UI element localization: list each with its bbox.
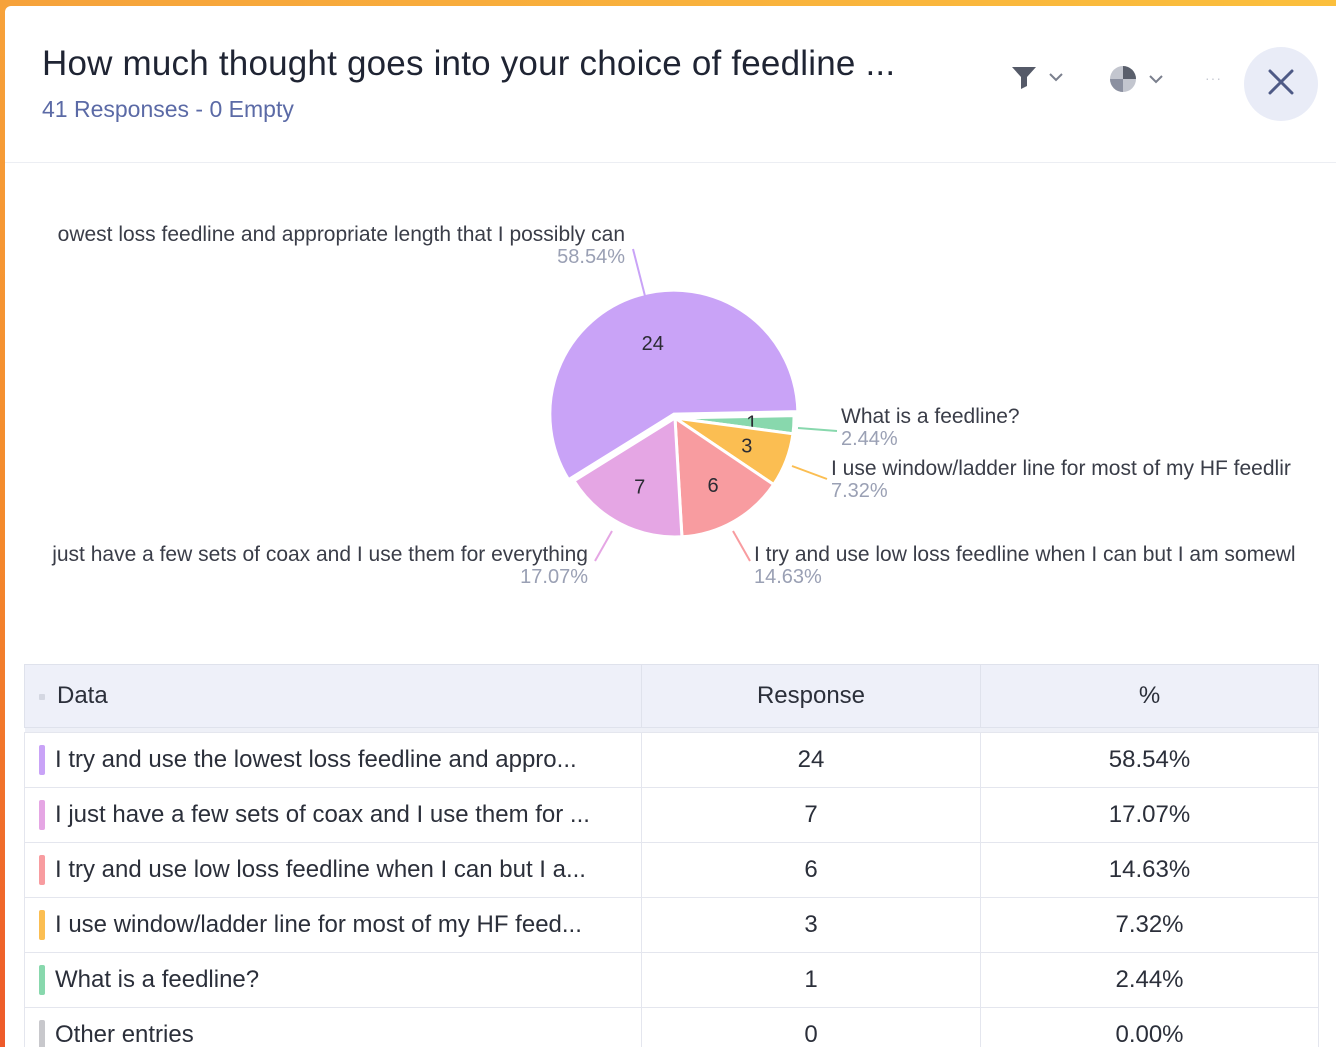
row-label: I try and use the lowest loss feedline a… — [55, 746, 577, 773]
chart-detail-panel: How much thought goes into your choice o… — [5, 6, 1336, 1047]
row-percent: 7.32% — [980, 897, 1319, 953]
slice-category-label: owest loss feedline and appropriate leng… — [58, 223, 625, 246]
chevron-down-icon — [1048, 71, 1064, 83]
row-label: I just have a few sets of coax and I use… — [55, 801, 590, 828]
column-header-data[interactable]: Data — [24, 664, 642, 728]
slice-percent-label: 2.44% — [841, 428, 898, 450]
question-title: How much thought goes into your choice o… — [42, 44, 896, 83]
row-response-count: 6 — [641, 842, 981, 898]
slice-value-label: 6 — [708, 475, 719, 497]
row-percent: 0.00% — [980, 1007, 1319, 1047]
table-row[interactable]: I try and use low loss feedline when I c… — [24, 842, 1319, 898]
row-label: I use window/ladder line for most of my … — [55, 911, 582, 938]
slice-value-label: 7 — [634, 476, 645, 498]
row-response-count: 7 — [641, 787, 981, 843]
row-label: I try and use low loss feedline when I c… — [55, 856, 586, 883]
chart-type-dropdown-button[interactable] — [1108, 64, 1164, 94]
filter-icon — [1010, 64, 1038, 90]
sort-handle-icon — [39, 693, 45, 700]
table-row[interactable]: Other entries 0 0.00% — [24, 1007, 1319, 1047]
row-label-cell: I use window/ladder line for most of my … — [24, 897, 642, 953]
row-response-count: 1 — [641, 952, 981, 1008]
pie-chart: 24 owest loss feedline and appropriate le… — [51, 223, 1296, 588]
table-row[interactable]: What is a feedline? 1 2.44% — [24, 952, 1319, 1008]
slice-category-label: I use window/ladder line for most of my … — [831, 457, 1291, 480]
row-label: Other entries — [55, 1021, 194, 1047]
slice-leader-line — [594, 530, 613, 562]
row-label-cell: I try and use low loss feedline when I c… — [24, 842, 642, 898]
series-color-swatch — [39, 965, 45, 995]
row-percent: 58.54% — [980, 732, 1319, 788]
slice-category-label: What is a feedline? — [841, 405, 1020, 428]
column-header-response[interactable]: Response — [641, 664, 981, 728]
table-row[interactable]: I just have a few sets of coax and I use… — [24, 787, 1319, 843]
close-icon — [1266, 67, 1296, 102]
pie-chart-area: 24 owest loss feedline and appropriate le… — [5, 163, 1336, 643]
slice-leader-line — [791, 465, 828, 480]
slice-value-label: 3 — [741, 435, 752, 457]
series-color-swatch — [39, 800, 45, 830]
slice-leader-line — [732, 530, 751, 562]
slice-value-label: 24 — [642, 333, 664, 355]
column-header-percent[interactable]: % — [980, 664, 1319, 728]
row-percent: 14.63% — [980, 842, 1319, 898]
slice-percent-label: 17.07% — [520, 566, 588, 588]
series-color-swatch — [39, 910, 45, 940]
row-response-count: 3 — [641, 897, 981, 953]
slice-percent-label: 14.63% — [754, 566, 822, 588]
row-response-count: 0 — [641, 1007, 981, 1047]
table-row[interactable]: I use window/ladder line for most of my … — [24, 897, 1319, 953]
series-color-swatch — [39, 745, 45, 775]
series-color-swatch — [39, 855, 45, 885]
row-label-cell: I try and use the lowest loss feedline a… — [24, 732, 642, 788]
slice-category-label: just have a few sets of coax and I use t… — [51, 543, 588, 566]
slice-category-label: I try and use low loss feedline when I c… — [754, 543, 1296, 566]
row-response-count: 24 — [641, 732, 981, 788]
slice-percent-label: 58.54% — [557, 246, 625, 268]
responses-summary: 41 Responses - 0 Empty — [42, 96, 294, 122]
close-button[interactable] — [1244, 47, 1318, 121]
row-percent: 17.07% — [980, 787, 1319, 843]
slice-leader-line — [632, 248, 646, 297]
responses-table: Data Response % I try and use the lowest… — [24, 664, 1319, 1047]
row-percent: 2.44% — [980, 952, 1319, 1008]
filter-dropdown-button[interactable] — [1010, 64, 1064, 90]
row-label: What is a feedline? — [55, 966, 260, 993]
table-header-row: Data Response % — [24, 664, 1319, 728]
row-label-cell: I just have a few sets of coax and I use… — [24, 787, 642, 843]
chevron-down-icon — [1148, 73, 1164, 85]
slice-leader-line — [797, 427, 838, 432]
row-label-cell: Other entries — [24, 1007, 642, 1047]
row-label-cell: What is a feedline? — [24, 952, 642, 1008]
more-options-button[interactable]: ··· — [1205, 70, 1222, 86]
series-color-swatch — [39, 1020, 45, 1047]
panel-header: How much thought goes into your choice o… — [5, 6, 1336, 163]
pie-chart-icon — [1108, 64, 1138, 94]
slice-percent-label: 7.32% — [831, 480, 888, 502]
table-row[interactable]: I try and use the lowest loss feedline a… — [24, 732, 1319, 788]
